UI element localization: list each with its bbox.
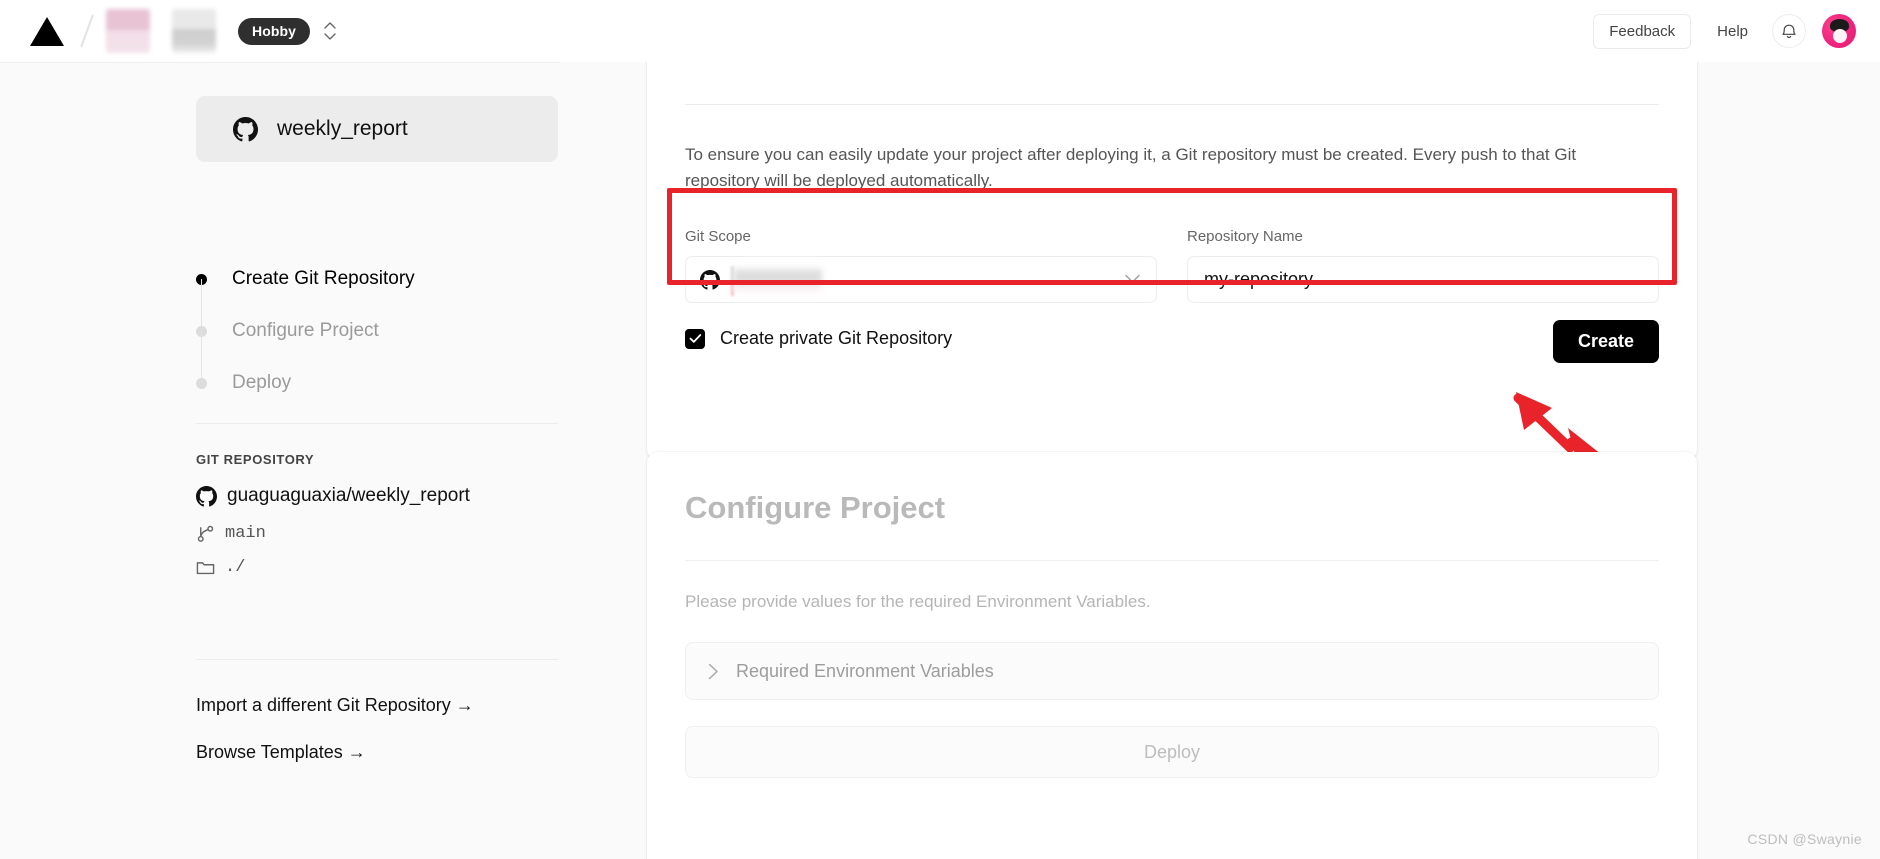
step-label: Deploy bbox=[232, 372, 292, 393]
checkbox-label: Create private Git Repository bbox=[720, 328, 953, 348]
field-row: Git Scope Repository Name my-repository bbox=[685, 228, 1659, 303]
help-link[interactable]: Help bbox=[1717, 23, 1748, 40]
breadcrumb-team-redacted[interactable] bbox=[106, 9, 150, 53]
git-scope-label: Git Scope bbox=[685, 228, 751, 245]
notifications-button[interactable] bbox=[1772, 14, 1806, 48]
required-environment-variables-label: Required Environment Variables bbox=[736, 660, 994, 681]
feedback-button[interactable]: Feedback bbox=[1593, 13, 1692, 49]
bell-icon bbox=[1782, 24, 1796, 38]
git-branch-name: main bbox=[225, 524, 266, 543]
create-git-repository-card: To ensure you can easily update your pro… bbox=[647, 32, 1697, 460]
watermark: CSDN @Swaynie bbox=[1747, 831, 1862, 847]
repository-name-field: Repository Name my-repository bbox=[1187, 228, 1659, 303]
git-directory-path: ./ bbox=[225, 558, 246, 577]
step-configure-project[interactable]: Configure Project bbox=[196, 305, 415, 383]
github-icon bbox=[196, 485, 217, 506]
browse-templates-link[interactable]: Browse Templates → bbox=[196, 742, 474, 763]
chevron-right-icon bbox=[708, 663, 718, 679]
import-different-repository-link[interactable]: Import a different Git Repository → bbox=[196, 695, 474, 716]
create-button[interactable]: Create bbox=[1552, 320, 1659, 363]
sidebar-divider-top bbox=[196, 423, 558, 424]
breadcrumb-separator bbox=[80, 14, 94, 48]
plan-badge[interactable]: Hobby bbox=[238, 17, 311, 45]
git-repository-section: GIT REPOSITORY guaguaguaxia/weekly_repor… bbox=[196, 452, 470, 577]
create-repository-intro-text: To ensure you can easily update your pro… bbox=[685, 145, 1577, 190]
folder-icon bbox=[196, 562, 215, 575]
step-deploy[interactable]: Deploy bbox=[196, 357, 415, 409]
sidebar-links: Import a different Git Repository → Brow… bbox=[196, 695, 474, 789]
check-icon bbox=[689, 334, 701, 343]
git-directory-row: ./ bbox=[196, 558, 470, 577]
required-environment-variables-panel[interactable]: Required Environment Variables bbox=[685, 642, 1659, 700]
selected-repository-pill[interactable]: weekly_report bbox=[196, 96, 558, 162]
deploy-button[interactable]: Deploy bbox=[685, 726, 1659, 778]
git-repository-section-title: GIT REPOSITORY bbox=[196, 452, 315, 467]
repository-name-input[interactable]: my-repository bbox=[1187, 256, 1659, 303]
avatar[interactable] bbox=[1822, 14, 1856, 48]
repository-fields: Git Scope Repository Name my-repository bbox=[685, 228, 1659, 303]
chevron-down-icon bbox=[1125, 274, 1140, 283]
breadcrumb-project-redacted[interactable] bbox=[172, 9, 216, 53]
repository-pill-name: weekly_report bbox=[277, 117, 408, 140]
sidebar-divider-bottom bbox=[196, 659, 558, 660]
git-scope-value-redacted bbox=[734, 266, 822, 293]
git-repository-row[interactable]: guaguaguaxia/weekly_report bbox=[196, 485, 470, 507]
git-scope-select[interactable] bbox=[685, 256, 1157, 303]
git-repository-path: guaguaguaxia/weekly_report bbox=[227, 485, 470, 506]
progress-steps: Create Git Repository Configure Project … bbox=[196, 253, 415, 409]
sidebar: weekly_report Create Git Repository Conf… bbox=[0, 62, 560, 859]
configure-card-divider bbox=[685, 560, 1659, 561]
main-content: To ensure you can easily update your pro… bbox=[560, 32, 1880, 859]
top-header: Hobby Feedback Help bbox=[0, 0, 1880, 62]
github-icon bbox=[700, 269, 720, 290]
step-label: Configure Project bbox=[232, 320, 379, 341]
card-divider bbox=[685, 104, 1659, 105]
vercel-triangle-icon[interactable] bbox=[30, 16, 64, 46]
chevron-up-down-icon[interactable] bbox=[322, 16, 338, 46]
git-scope-field: Git Scope bbox=[685, 228, 1157, 303]
step-create-git-repository[interactable]: Create Git Repository bbox=[196, 253, 415, 331]
configure-project-subtitle: Please provide values for the required E… bbox=[685, 592, 1151, 611]
page-root: Hobby Feedback Help weekly_report Create… bbox=[0, 0, 1880, 859]
git-branch-icon bbox=[197, 525, 214, 542]
create-private-repository-checkbox[interactable]: Create private Git Repository bbox=[685, 328, 952, 349]
configure-project-title: Configure Project bbox=[685, 490, 946, 525]
checkbox-checked bbox=[685, 328, 705, 349]
configure-project-card: Configure Project Please provide values … bbox=[647, 452, 1697, 859]
step-dot-inactive bbox=[196, 377, 207, 389]
github-icon bbox=[233, 116, 258, 141]
step-label: Create Git Repository bbox=[232, 268, 415, 289]
repository-name-label: Repository Name bbox=[1187, 228, 1303, 245]
git-branch-row: main bbox=[196, 524, 470, 543]
